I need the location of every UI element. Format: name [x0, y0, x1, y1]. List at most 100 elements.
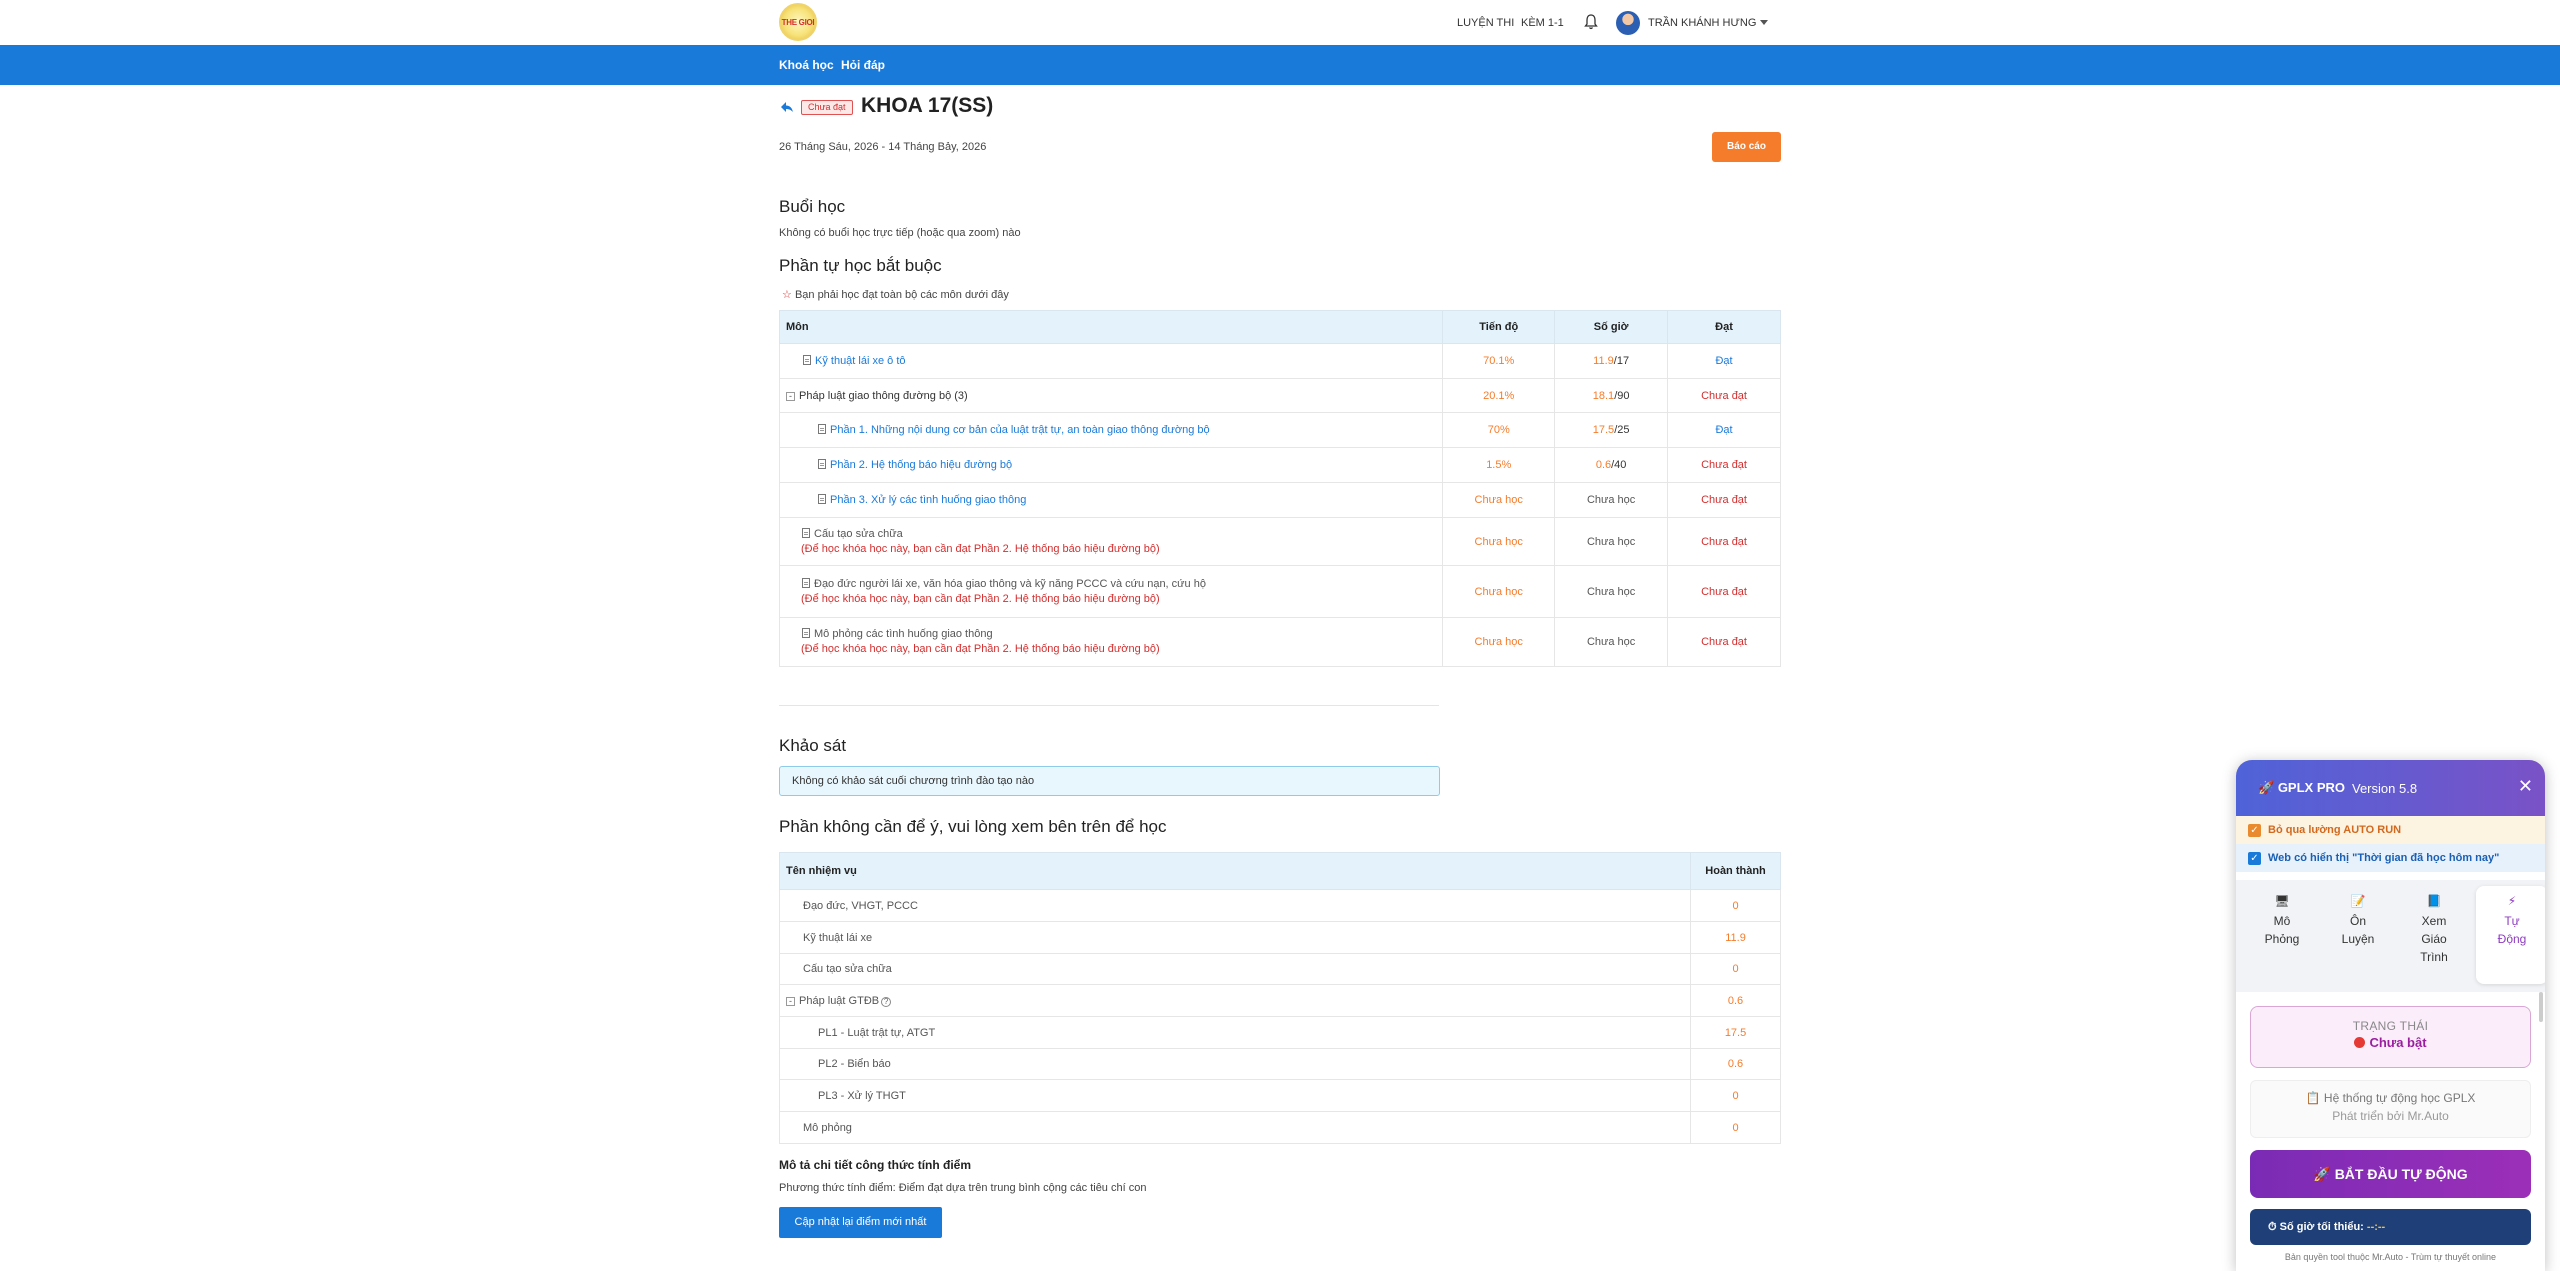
start-auto-button[interactable]: 🚀 BẮT ĐẦU TỰ ĐỘNG	[2250, 1150, 2531, 1198]
subject-link[interactable]: Kỹ thuật lái xe ô tô	[815, 355, 906, 367]
option-skip-autorun-label: Bỏ qua lường AUTO RUN	[2268, 824, 2402, 836]
info-line-2: Phát triển bởi Mr.Auto	[2332, 1109, 2449, 1123]
pass-cell: Chưa đạt	[1667, 482, 1781, 518]
pass-cell: Chưa đạt	[1667, 617, 1781, 667]
hours-total: /25	[1614, 424, 1630, 436]
lightning-icon: ⚡	[2507, 894, 2517, 908]
rocket-icon: 🚀	[2258, 780, 2278, 795]
info-panel: 📋 Hệ thống tự động học GPLX Phát triển b…	[2250, 1080, 2531, 1138]
collapse-toggle-icon[interactable]: -	[786, 391, 795, 401]
status-badge: Chưa đạt	[801, 100, 853, 115]
tab-label: Trình	[2420, 950, 2448, 964]
collapse-toggle-icon[interactable]: -	[786, 996, 795, 1006]
subject-cell[interactable]: Phần 1. Những nội dung cơ bản của luật t…	[778, 412, 1444, 448]
top-bar: THE GIOI LUYỆN THI KÈM 1-1 TRẦN KHÁNH HƯ…	[0, 0, 2560, 45]
star-icon: ☆	[782, 289, 792, 301]
table-row: - Pháp luật GTĐB? 0.6	[778, 984, 1781, 1017]
logo-text: THE GIOI	[781, 17, 815, 27]
tab-mo-phong[interactable]: 🖥 Mô Phỏng	[2246, 880, 2318, 948]
subject-cell[interactable]: Phần 3. Xử lý các tình huống giao thông	[778, 482, 1444, 518]
widget-header: 🚀 GPLX PRO Version 5.8 ✕	[2236, 760, 2545, 816]
update-score-button[interactable]: Cập nhật lại điểm mới nhất	[779, 1207, 942, 1238]
close-icon[interactable]: ✕	[2518, 776, 2533, 797]
help-icon[interactable]: ?	[881, 996, 892, 1007]
task-value: 0	[1690, 889, 1781, 922]
formula-text: Phương thức tính điểm: Điểm đạt dựa trên…	[779, 1182, 1147, 1194]
col-hours: Số giờ	[1554, 310, 1669, 344]
subject-link[interactable]: Phần 3. Xử lý các tình huống giao thông	[830, 494, 1026, 506]
info-line-1: 📋 Hệ thống tự động học GPLX	[2305, 1091, 2476, 1105]
hours-cell: Chưa học	[1554, 565, 1669, 618]
progress-cell: Chưa học	[1442, 517, 1556, 566]
user-avatar[interactable]	[1616, 11, 1640, 35]
nav-hoi-dap[interactable]: Hỏi đáp	[841, 45, 885, 85]
document-icon	[802, 527, 810, 538]
subject-cell: Cấu tạo sửa chữa (Để học khóa học này, bạ…	[778, 517, 1444, 566]
subject-link[interactable]: Phần 2. Hệ thống báo hiệu đường bộ	[830, 459, 1012, 471]
pass-cell: Chưa đạt	[1667, 447, 1781, 483]
course-date-range: 26 Tháng Sáu, 2026 - 14 Tháng Bảy, 2026	[779, 141, 987, 153]
sub-nav: Khoá học Hỏi đáp	[0, 45, 2560, 85]
subject-cell[interactable]: Phần 2. Hệ thống báo hiệu đường bộ	[778, 447, 1444, 483]
widget-scrollbar[interactable]	[2539, 992, 2543, 1022]
subject-link[interactable]: Phần 1. Những nội dung cơ bản của luật t…	[830, 424, 1210, 436]
back-arrow-icon[interactable]	[779, 99, 795, 115]
self-study-note: ☆ Bạn phải học đạt toàn bộ các môn dưới …	[782, 288, 1009, 301]
subject-cell: Mô phỏng các tình huống giao thông (Để họ…	[778, 617, 1444, 667]
self-study-heading: Phần tự học bắt buộc	[779, 256, 942, 275]
monitor-icon: 🖥	[2274, 894, 2290, 908]
min-hours-value: --:--	[2366, 1221, 2386, 1233]
formula-heading: Mô tả chi tiết công thức tính điểm	[779, 1158, 972, 1172]
option-skip-autorun[interactable]: ✓ Bỏ qua lường AUTO RUN	[2236, 816, 2545, 844]
nav-luyen-thi[interactable]: LUYỆN THI	[1457, 0, 1514, 45]
hours-total: /17	[1613, 355, 1630, 367]
tab-on-luyen[interactable]: 📝 Ôn Luyện	[2322, 880, 2394, 948]
col-done: Hoàn thành	[1690, 852, 1781, 890]
hours-cell: 17.5/25	[1554, 412, 1669, 448]
tab-xem-giao-trinh[interactable]: 📘 Xem Giáo Trình	[2398, 880, 2470, 966]
site-logo[interactable]: THE GIOI	[779, 3, 817, 41]
subject-group-count: (3)	[954, 389, 968, 402]
table-row: Cấu tạo sửa chữa (Để học khóa học này, bạ…	[778, 517, 1781, 566]
task-value: 17.5	[1690, 1016, 1781, 1049]
col-pass: Đạt	[1667, 310, 1781, 344]
checkbox-checked-icon[interactable]: ✓	[2248, 823, 2261, 837]
task-name: Đạo đức, VHGT, PCCC	[778, 889, 1692, 922]
hours-cell: Chưa học	[1554, 517, 1669, 566]
checkbox-checked-icon[interactable]: ✓	[2248, 851, 2261, 865]
option-show-time[interactable]: ✓ Web có hiển thị "Thời gian đã học hôm n…	[2236, 844, 2545, 872]
task-name: PL2 - Biển báo	[778, 1048, 1692, 1080]
clipboard-icon: 📋	[2305, 1091, 2324, 1105]
status-label: TRẠNG THÁI	[2352, 1019, 2429, 1033]
pass-cell: Đạt	[1667, 343, 1781, 379]
gplx-pro-widget: 🚀 GPLX PRO Version 5.8 ✕ ✓ Bỏ qua lường A…	[2236, 760, 2545, 1271]
col-subject: Môn	[778, 310, 1444, 344]
task-group-cell: - Pháp luật GTĐB?	[778, 984, 1692, 1017]
tab-label: Tự	[2504, 914, 2520, 928]
subject-cell[interactable]: Kỹ thuật lái xe ô tô	[778, 343, 1444, 379]
sessions-empty-text: Không có buổi học trực tiếp (hoặc qua zo…	[779, 227, 1021, 239]
self-study-table: Môn Tiến độ Số giờ Đạt Kỹ thuật lái xe ô…	[778, 310, 1781, 667]
report-button[interactable]: Báo cáo	[1712, 132, 1781, 162]
hours-done: 0.6	[1595, 459, 1612, 471]
nav-khoa-hoc[interactable]: Khoá học	[779, 45, 834, 85]
task-name: Cấu tạo sửa chữa	[778, 953, 1692, 985]
hours-done: 18.1	[1592, 389, 1615, 402]
document-icon	[802, 628, 810, 638]
progress-cell: 70%	[1442, 412, 1556, 448]
table-row: Cấu tạo sửa chữa 0	[778, 953, 1781, 985]
subject-lock-note: (Để học khóa học này, bạn cần đạt Phần 2…	[801, 542, 1160, 555]
task-name: Kỹ thuật lái xe	[778, 921, 1692, 954]
table-row: Phần 3. Xử lý các tình huống giao thông …	[778, 482, 1781, 518]
min-hours-bar: ⏱ Số giờ tối thiểu: --:--	[2250, 1209, 2531, 1245]
nav-kem-1-1[interactable]: KÈM 1-1	[1521, 0, 1564, 45]
col-progress: Tiến độ	[1442, 310, 1556, 344]
user-menu[interactable]: TRẦN KHÁNH HƯNG	[1648, 0, 1769, 45]
task-name: PL1 - Luật trật tự, ATGT	[778, 1016, 1692, 1049]
status-value-row: Chưa bật	[2251, 1035, 2530, 1050]
tab-tu-dong[interactable]: ⚡ Tự Động	[2476, 886, 2545, 984]
subject-cell: Đạo đức người lái xe, văn hóa giao thông…	[778, 565, 1444, 618]
task-value: 11.9	[1690, 921, 1781, 954]
bell-icon[interactable]	[1584, 14, 1598, 30]
document-icon	[818, 459, 826, 469]
